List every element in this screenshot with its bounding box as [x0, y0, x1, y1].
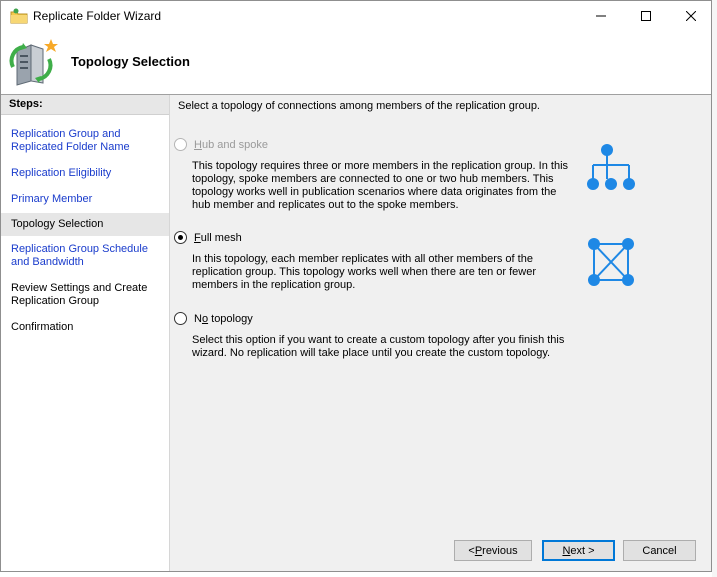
hub-and-spoke-icon: [587, 144, 635, 190]
hub-and-spoke-label: Hub and spoke: [194, 138, 269, 151]
previous-button[interactable]: < Previous: [454, 540, 532, 561]
step-primary-member[interactable]: Primary Member: [1, 190, 169, 209]
step-topology-selection: Topology Selection: [1, 213, 169, 236]
background-window-edge: [712, 0, 717, 577]
title-bar[interactable]: Replicate Folder Wizard: [1, 1, 711, 31]
hub-and-spoke-radio[interactable]: [174, 138, 187, 151]
full-mesh-label: Full mesh: [194, 231, 242, 244]
maximize-icon: [641, 11, 651, 21]
wizard-window: Replicate Folder Wizard Topology Selecti…: [0, 0, 712, 572]
no-topology-label: No topology: [194, 312, 253, 325]
maximize-button[interactable]: [623, 1, 669, 31]
content-panel: Select a topology of connections among m…: [170, 95, 711, 571]
minimize-icon: [596, 15, 606, 17]
full-mesh-radio[interactable]: [174, 231, 187, 244]
page-title: Topology Selection: [71, 54, 190, 69]
close-button[interactable]: [668, 1, 714, 31]
wizard-header: Topology Selection: [1, 31, 711, 95]
steps-heading: Steps:: [1, 95, 169, 115]
close-icon: [686, 11, 696, 21]
steps-panel: Steps: Replication Group and Replicated …: [1, 95, 170, 571]
no-topology-radio[interactable]: [174, 312, 187, 325]
full-mesh-icon: [588, 238, 634, 286]
step-review-settings: Review Settings and Create Replication G…: [11, 282, 148, 307]
option-no-topology: No topology Select this option if you wa…: [174, 312, 704, 360]
step-confirmation: Confirmation: [11, 321, 74, 333]
minimize-button[interactable]: [578, 1, 624, 31]
hub-and-spoke-description: This topology requires three or more mem…: [192, 160, 569, 211]
replication-server-icon: [9, 39, 58, 86]
folder-replicate-icon: [10, 8, 28, 24]
no-topology-description: Select this option if you want to create…: [192, 334, 565, 359]
next-button[interactable]: Next >: [542, 540, 615, 561]
instruction-text: Select a topology of connections among m…: [178, 100, 540, 112]
full-mesh-description: In this topology, each member replicates…: [192, 253, 537, 291]
window-title: Replicate Folder Wizard: [33, 9, 162, 23]
cancel-button[interactable]: Cancel: [623, 540, 696, 561]
step-schedule-bandwidth[interactable]: Replication Group Schedule and Bandwidth: [1, 240, 169, 272]
step-replication-group-name[interactable]: Replication Group and Replicated Folder …: [1, 125, 169, 157]
step-replication-eligibility[interactable]: Replication Eligibility: [1, 164, 169, 183]
